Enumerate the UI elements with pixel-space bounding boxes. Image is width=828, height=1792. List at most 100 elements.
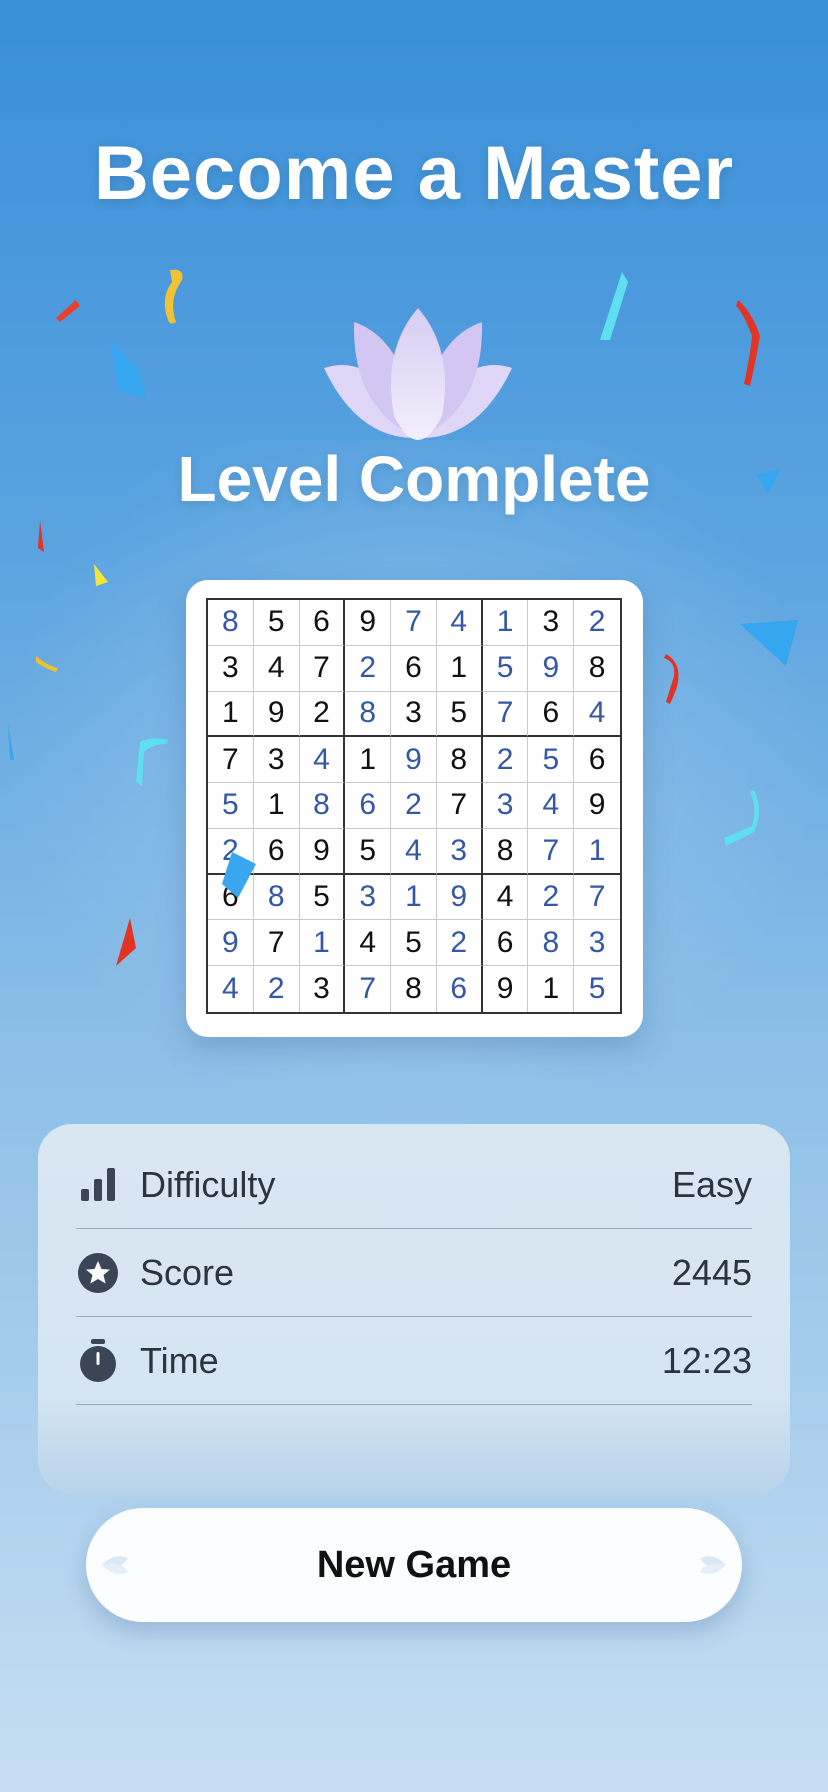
sudoku-cell: 8 xyxy=(299,783,346,829)
sudoku-cell: 4 xyxy=(574,692,620,738)
sudoku-cell: 1 xyxy=(299,920,346,967)
sudoku-cell: 1 xyxy=(208,691,254,738)
sudoku-cell: 4 xyxy=(482,874,529,921)
sudoku-cell: 8 xyxy=(436,737,483,784)
sudoku-cell: 4 xyxy=(253,645,300,692)
sudoku-cell: 9 xyxy=(253,691,300,738)
sudoku-cell: 6 xyxy=(299,600,346,646)
sudoku-cell: 4 xyxy=(436,600,483,646)
sudoku-cell: 4 xyxy=(528,783,575,829)
sudoku-cell: 2 xyxy=(254,966,300,1012)
sudoku-cell: 5 xyxy=(345,828,392,875)
sudoku-cell: 5 xyxy=(588,972,606,1006)
star-circle-icon xyxy=(76,1251,120,1295)
sudoku-cell: 5 xyxy=(253,600,300,646)
sudoku-cell: 9 xyxy=(436,874,483,921)
sudoku-cell: 3 xyxy=(208,645,254,692)
sudoku-cell: 4 xyxy=(345,920,392,967)
lotus-icon xyxy=(324,308,512,440)
sudoku-cell: 1 xyxy=(528,966,575,1012)
sudoku-cell: 7 xyxy=(253,920,300,967)
sudoku-cell: 6 xyxy=(391,645,437,692)
sudoku-cell: 4 xyxy=(299,737,346,784)
sudoku-cell: 1 xyxy=(253,783,300,829)
difficulty-label: Difficulty xyxy=(140,1164,276,1205)
sudoku-cell: 9 xyxy=(574,783,620,829)
sudoku-cell: 9 xyxy=(345,600,392,646)
sudoku-cell: 9 xyxy=(391,737,437,784)
sudoku-cell: 8 xyxy=(574,646,620,692)
sudoku-cell: 8 xyxy=(391,966,437,1012)
score-label: Score xyxy=(140,1252,235,1293)
sudoku-cell: 7 xyxy=(391,600,437,646)
sudoku-cell: 1 xyxy=(436,645,483,692)
sudoku-cell: 8 xyxy=(482,828,529,875)
sudoku-grid: 8569741323472615981928357647341982565186… xyxy=(206,598,622,1014)
sudoku-cell: 7 xyxy=(574,875,620,921)
sudoku-cell: 7 xyxy=(482,691,529,738)
leaf-left-icon xyxy=(102,1556,128,1574)
time-label: Time xyxy=(140,1340,219,1381)
sudoku-cell: 5 xyxy=(528,737,575,784)
sudoku-cell: 8 xyxy=(345,691,392,738)
confetti-decoration xyxy=(222,852,256,898)
time-value: 12:23 xyxy=(661,1340,752,1381)
sudoku-cell: 6 xyxy=(482,920,529,967)
stat-row-score: Score 2445 xyxy=(76,1230,752,1317)
sudoku-cell: 2 xyxy=(436,920,483,967)
sudoku-cell: 1 xyxy=(391,874,437,921)
difficulty-value: Easy xyxy=(671,1164,752,1205)
page-title: Become a Master xyxy=(93,131,735,216)
sudoku-cell: 6 xyxy=(528,691,575,738)
sudoku-cell: 8 xyxy=(208,600,254,646)
sudoku-cell: 2 xyxy=(345,645,392,692)
sudoku-cell: 5 xyxy=(482,645,529,692)
sudoku-cell: 3 xyxy=(482,783,529,829)
sudoku-cell: 3 xyxy=(528,600,575,646)
level-complete-heading: Level Complete xyxy=(177,443,651,515)
sudoku-cell: 5 xyxy=(391,920,437,967)
sudoku-cell: 3 xyxy=(300,966,346,1012)
sudoku-cell: 6 xyxy=(437,966,483,1012)
sudoku-cell: 7 xyxy=(345,966,392,1012)
sudoku-cell: 3 xyxy=(253,737,300,784)
sudoku-cell: 4 xyxy=(208,966,254,1012)
sudoku-cell: 2 xyxy=(574,600,620,646)
new-game-button[interactable]: New Game xyxy=(86,1508,742,1622)
sudoku-cell: 2 xyxy=(528,874,575,921)
sudoku-cell: 9 xyxy=(299,828,346,875)
sudoku-cell: 7 xyxy=(208,737,254,784)
sudoku-cell: 6 xyxy=(574,737,620,784)
sudoku-cell: 5 xyxy=(436,691,483,738)
sudoku-cell: 3 xyxy=(345,874,392,921)
sudoku-cell: 7 xyxy=(528,828,575,875)
sudoku-cell: 1 xyxy=(345,737,392,784)
sudoku-cell: 9 xyxy=(528,645,575,692)
sudoku-cell: 3 xyxy=(391,691,437,738)
sudoku-cell: 1 xyxy=(574,829,620,875)
score-value: 2445 xyxy=(671,1252,752,1293)
sudoku-cell: 7 xyxy=(436,783,483,829)
stopwatch-icon xyxy=(76,1339,120,1383)
sudoku-cell: 9 xyxy=(208,920,254,967)
sudoku-cell: 3 xyxy=(436,828,483,875)
sudoku-cell: 6 xyxy=(345,783,392,829)
sudoku-cell: 4 xyxy=(391,828,437,875)
stat-row-difficulty: Difficulty Easy xyxy=(76,1142,752,1229)
stat-row-time: Time 12:23 xyxy=(76,1318,752,1405)
sudoku-cell: 8 xyxy=(528,920,575,967)
sudoku-cell: 7 xyxy=(299,645,346,692)
sudoku-cell: 3 xyxy=(574,920,620,967)
sudoku-cell: 5 xyxy=(208,783,254,829)
sudoku-cell: 2 xyxy=(482,737,529,784)
stats-panel: Difficulty Easy Score 2445 Time 12:23 xyxy=(38,1124,790,1494)
sudoku-cell: 5 xyxy=(299,874,346,921)
new-game-label: New Game xyxy=(316,1543,512,1586)
sudoku-cell: 9 xyxy=(483,966,529,1012)
bar-chart-icon xyxy=(76,1163,120,1207)
sudoku-cell: 2 xyxy=(391,783,437,829)
sudoku-board-card: 8569741323472615981928357647341982565186… xyxy=(186,580,643,1037)
leaf-right-icon xyxy=(700,1556,726,1574)
sudoku-cell: 1 xyxy=(482,600,529,646)
sudoku-cell: 2 xyxy=(299,691,346,738)
